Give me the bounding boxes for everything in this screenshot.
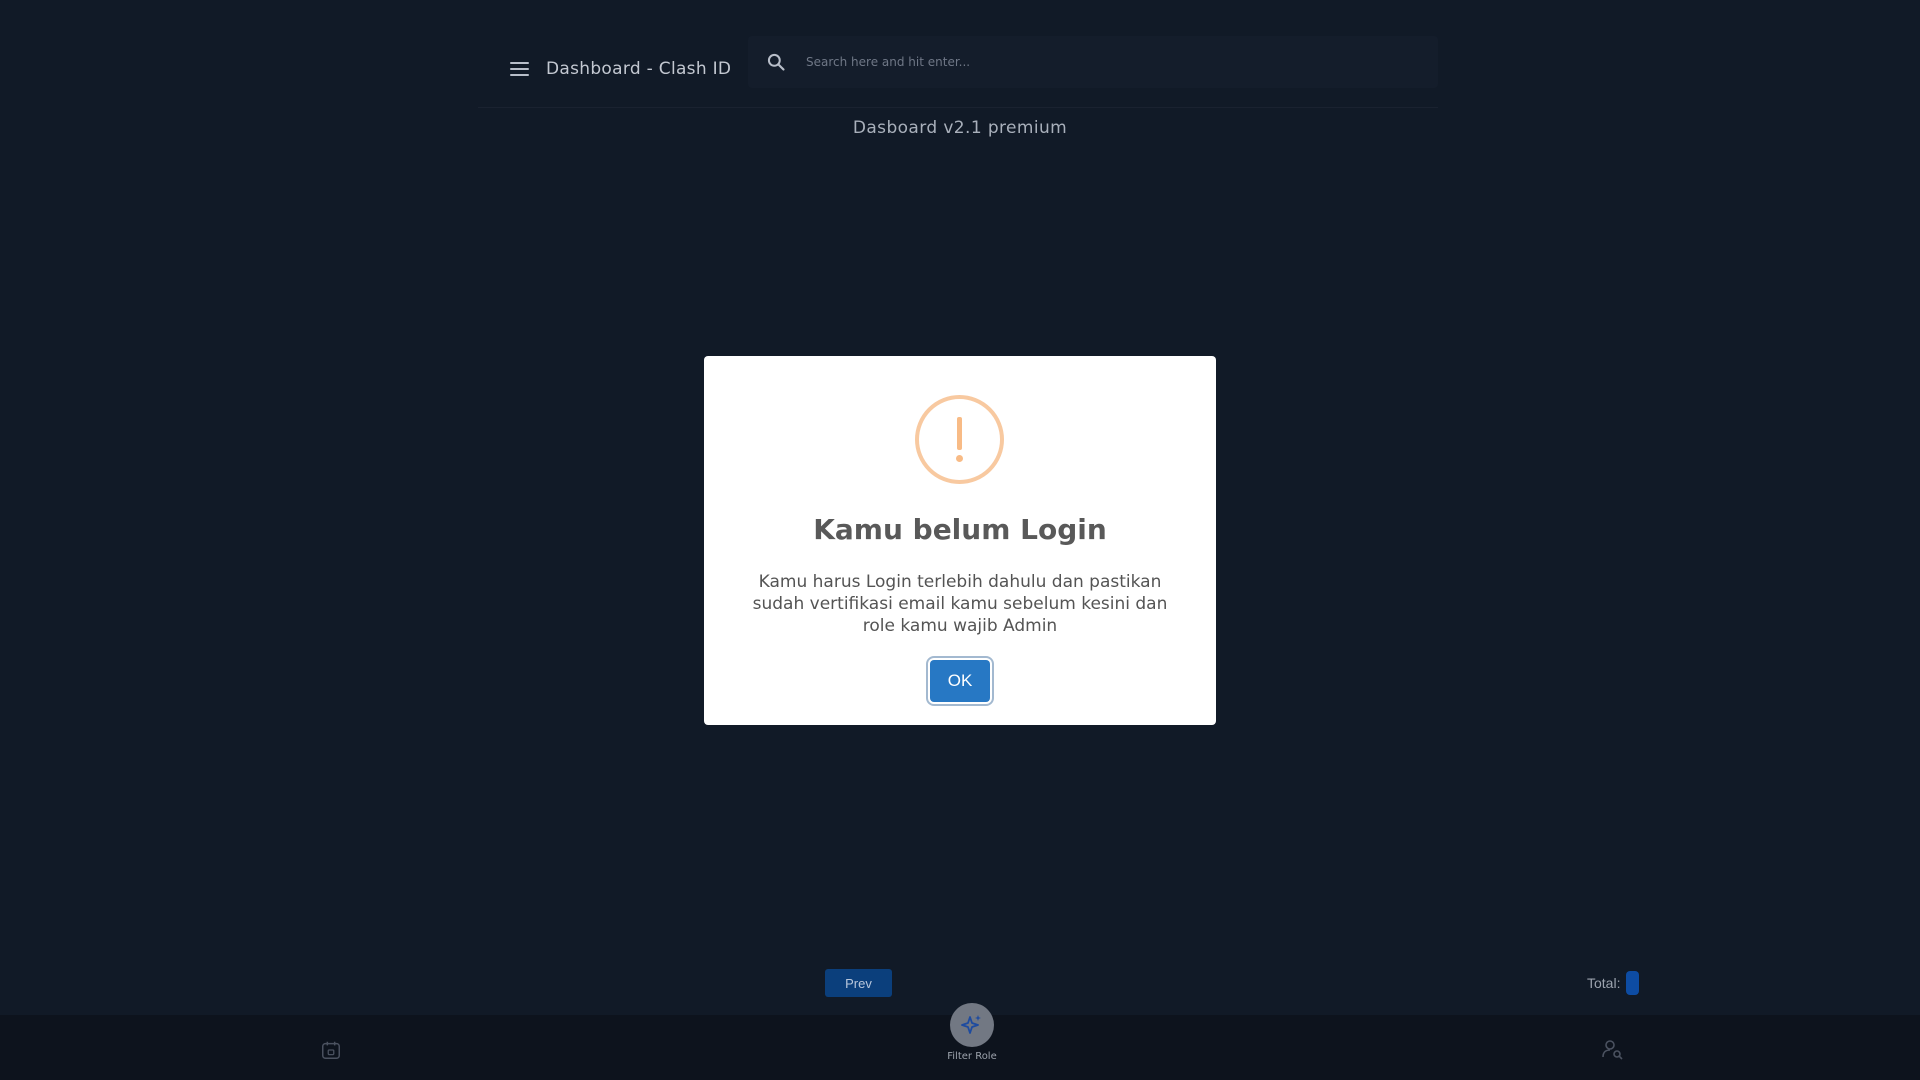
dialog-title: Kamu belum Login bbox=[813, 513, 1107, 546]
alert-dialog: Kamu belum Login Kamu harus Login terleb… bbox=[704, 356, 1216, 725]
dialog-message: Kamu harus Login terlebih dahulu dan pas… bbox=[752, 572, 1168, 636]
warning-icon bbox=[915, 395, 1004, 484]
ok-button[interactable]: OK bbox=[930, 660, 990, 702]
